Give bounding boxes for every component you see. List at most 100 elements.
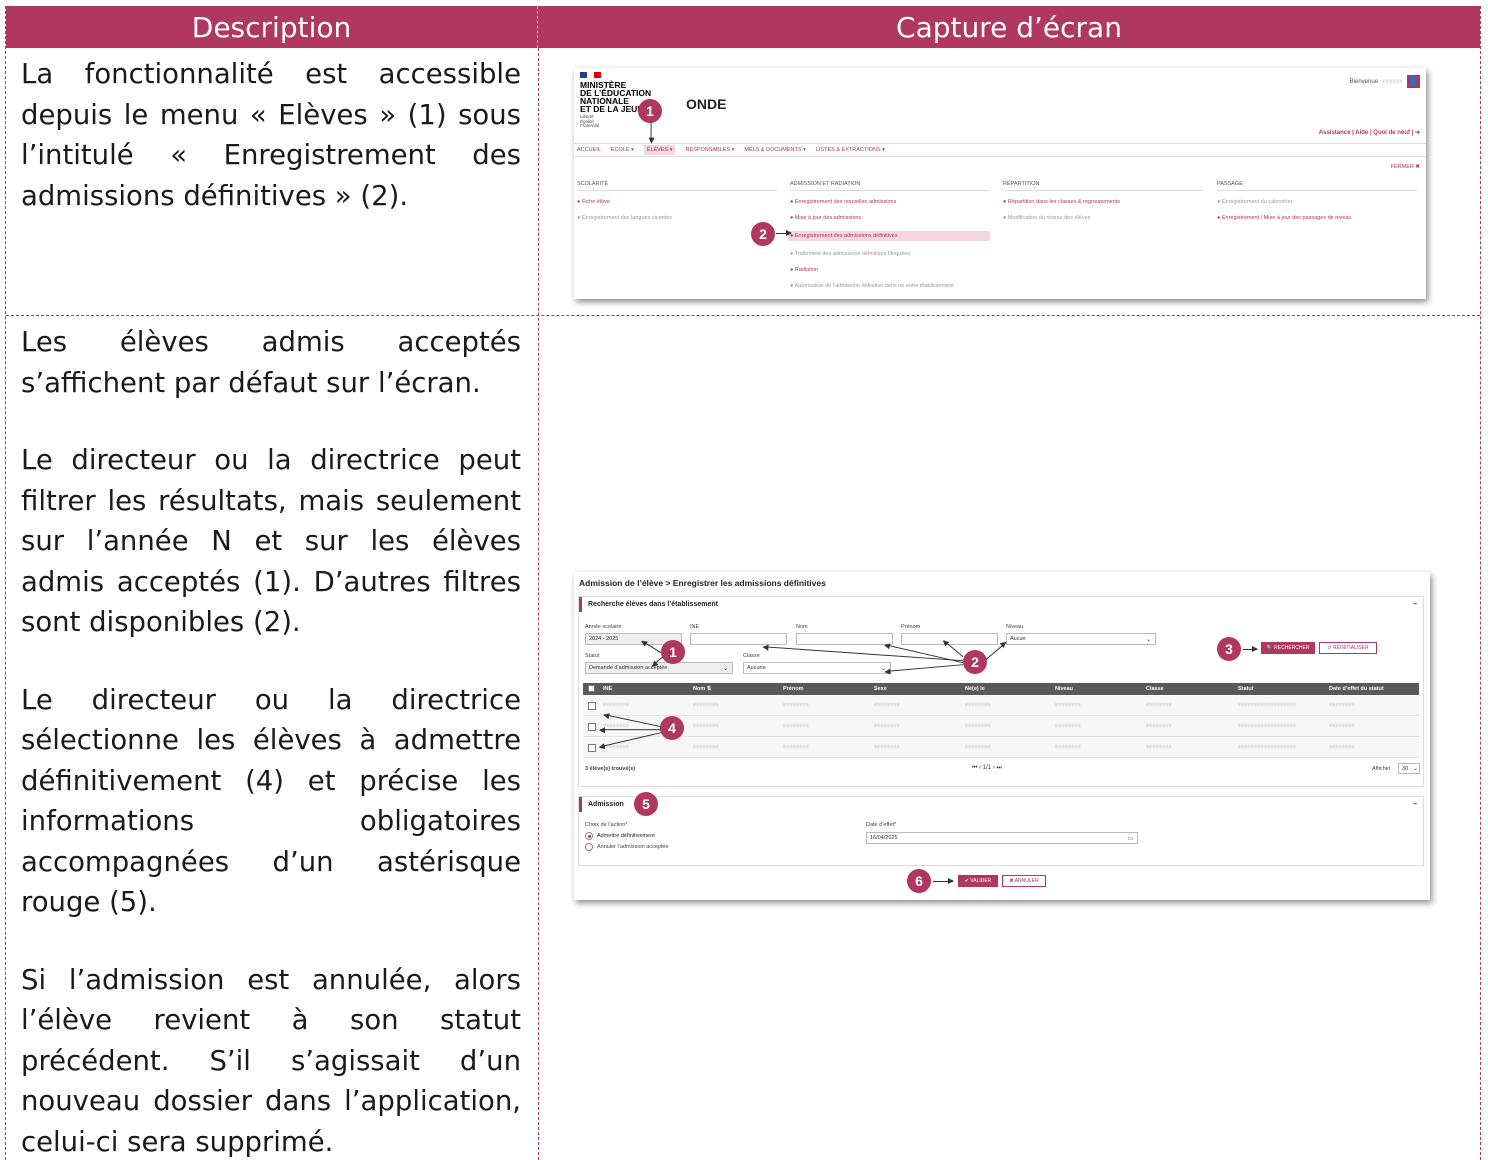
classe-value: Aucune (747, 665, 766, 671)
menu-item[interactable]: ● Enregistrement des langues vivantes (577, 215, 777, 221)
chevron-down-icon: ⌄ (1145, 636, 1151, 643)
menu-ecole[interactable]: ÉCOLE ▾ (611, 147, 634, 153)
top-links[interactable]: Assistance | Aide | Quoi de neuf | ➜ (1319, 129, 1420, 136)
required-asterisk: * (894, 822, 897, 828)
row1-description: La fonctionnalité est accessible depuis … (21, 54, 521, 253)
cell: xxxxxxxx (783, 723, 809, 729)
cell: xxxxxxxx (874, 702, 900, 708)
cell: xxxxxxxx (1329, 723, 1355, 729)
cell: xxxxxxxx (1055, 723, 1081, 729)
menu-item[interactable]: ● Fiche élève (577, 199, 777, 205)
page-size-select[interactable]: 30 ⌄ (1398, 763, 1420, 774)
prenom-input[interactable] (901, 633, 998, 645)
validate-button[interactable]: ✔ VALIDER (958, 875, 998, 887)
radio-annuler[interactable] (585, 843, 593, 851)
option-annuler[interactable]: Annuler l’admission acceptée (597, 844, 669, 850)
niveau-select[interactable]: Aucun ⌄ (1006, 633, 1156, 645)
pagination[interactable]: ⏮ ‹ 1/1 › ⏭ (972, 765, 1002, 772)
menu-mels-documents[interactable]: MÉLS & DOCUMENTS ▾ (744, 147, 805, 153)
menu-listes-extractions[interactable]: LISTES & EXTRACTIONS ▾ (816, 147, 885, 153)
menu-responsables[interactable]: RESPONSABLES ▾ (685, 147, 734, 153)
admission-panel-header: Admission – (579, 797, 1423, 812)
col-sexe: Sexe (874, 686, 887, 692)
callout-badge: 2 (963, 650, 987, 674)
cell: xxxxxxxxxxxxxxxxxx (1238, 723, 1297, 729)
col-prenom: Prénom (783, 686, 804, 692)
menu-accueil[interactable]: ACCUEIL (577, 147, 601, 153)
cell: xxxxxxxxxxxxxxxxxx (1238, 744, 1297, 750)
results-table-header: INE Nom ⇅ Prénom Sexe Né(e) le Niveau Cl… (583, 683, 1419, 695)
menu-eleves[interactable]: ÉLÈVES ▾ (643, 145, 676, 155)
statut-select[interactable]: Demande d’admission acceptée ⌄ (585, 662, 733, 674)
welcome-text: Bienvenue (1349, 78, 1378, 85)
option-admettre[interactable]: Admettre définitivement (597, 833, 655, 839)
ine-input[interactable] (690, 633, 787, 645)
calendar-icon[interactable]: ▭ (1127, 835, 1133, 842)
logout-icon[interactable]: ➜ (1415, 130, 1420, 136)
col-nom[interactable]: Nom ⇅ (693, 686, 711, 692)
collapse-icon[interactable]: – (1413, 601, 1417, 608)
menu-item[interactable]: ● Modification du niveau des élèves (1003, 215, 1203, 221)
menu-item[interactable]: ● Répartition dans les classes & regroup… (1003, 199, 1203, 205)
menu-item-admissions-definitives[interactable]: ● Enregistrement des admissions définiti… (788, 231, 990, 241)
table-row[interactable]: xxxxxxxx xxxxxxxx xxxxxxxx xxxxxxxx xxxx… (583, 738, 1419, 758)
callout-arrow (776, 229, 792, 237)
table-row[interactable]: xxxxxxxx xxxxxxxx xxxxxxxx xxxxxxxx xxxx… (583, 717, 1419, 737)
row-checkbox[interactable] (588, 723, 596, 731)
table-row[interactable]: xxxxxxxx xxxxxxxx xxxxxxxx xxxxxxxx xxxx… (583, 696, 1419, 716)
reset-button[interactable]: ↺ RÉINITIALISER (1319, 642, 1377, 654)
show-label: Afficher (1372, 766, 1391, 772)
chevron-down-icon: ⌄ (722, 665, 728, 672)
menu-item[interactable]: ● Enregistrement du calendrier (1217, 199, 1417, 205)
callout-badge: 1 (638, 99, 662, 123)
callout-badge: 1 (661, 640, 685, 664)
chevron-down-icon: ⌄ (1412, 766, 1418, 772)
niveau-value: Aucun (1010, 636, 1026, 642)
required-asterisk: * (625, 822, 628, 828)
search-button[interactable]: 🔍 RECHERCHER (1261, 642, 1315, 654)
nom-input[interactable] (796, 633, 893, 645)
select-all-checkbox[interactable] (588, 685, 595, 692)
menu-col-repartition: RÉPARTITION ● Répartition dans les class… (1003, 181, 1203, 231)
close-button[interactable]: FERMER ✖ (1391, 164, 1420, 170)
row-checkbox[interactable] (588, 702, 596, 710)
callout-badge: 2 (751, 222, 775, 246)
label-nom: Nom (796, 624, 808, 630)
admission-panel-title: Admission (588, 801, 624, 808)
label-classe: Classe (743, 653, 760, 659)
user-icon[interactable]: 👤 (1407, 75, 1420, 88)
row-separator (6, 315, 1480, 316)
search-panel-title: Recherche élèves dans l’établissement (588, 601, 718, 608)
menu-item[interactable]: ● Radiation (790, 267, 990, 273)
menu-item[interactable]: ● Enregistrement / Mise à jour des passa… (1217, 215, 1417, 221)
date-input[interactable]: 16/04/2025 ▭ (866, 832, 1138, 844)
app-name: ONDE (686, 96, 727, 112)
screenshot-admission: Admission de l’élève > Enregistrer les a… (574, 572, 1430, 900)
menu-item[interactable]: ● Autorisation de l’admission définitive… (790, 283, 990, 289)
top-links-text[interactable]: Assistance | Aide | Quoi de neuf | (1319, 130, 1414, 136)
label-year: Année scolaire (585, 624, 622, 630)
row2-paragraph: Si l’admission est annulée, alors l’élèv… (21, 963, 521, 1158)
callout-badge: 5 (634, 792, 658, 816)
callout-badge: 3 (1217, 637, 1241, 661)
classe-select[interactable]: Aucune⌄ (743, 662, 891, 674)
cell: xxxxxxxx (693, 744, 719, 750)
action-label-text: Choix de l’action (585, 822, 626, 828)
admission-panel: Admission – (578, 796, 1424, 866)
header-capture: Capture d’écran (896, 10, 1122, 44)
col-niveau: Niveau (1055, 686, 1074, 692)
label-action: Choix de l’action* (585, 822, 628, 828)
menu-item[interactable]: ● Enregistrement des nouvelles admission… (790, 199, 990, 205)
label-niveau: Niveau (1006, 624, 1024, 630)
main-menu: ACCUEIL ÉCOLE ▾ ÉLÈVES ▾ RESPONSABLES ▾ … (574, 143, 1426, 157)
cell: xxxxxxxx (1329, 702, 1355, 708)
radio-admettre[interactable] (585, 832, 593, 840)
col-ine[interactable]: INE (603, 686, 612, 692)
cancel-button[interactable]: ✖ ANNULER (1002, 875, 1046, 887)
row-checkbox[interactable] (588, 744, 596, 752)
collapse-icon[interactable]: – (1413, 801, 1417, 808)
cell: xxxxxxxx (965, 702, 991, 708)
menu-item[interactable]: ● Traitement des admissions définitives … (790, 251, 990, 257)
menu-item[interactable]: ● Mise à jour des admissions (790, 215, 990, 221)
col-naissance: Né(e) le (965, 686, 985, 692)
